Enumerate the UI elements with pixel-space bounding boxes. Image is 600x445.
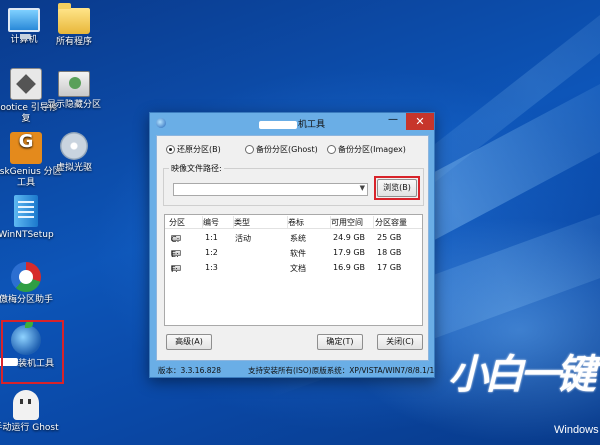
radio-label: 还原分区(B) <box>177 145 221 154</box>
desktop-icon-partition-assistant[interactable]: 傲梅分区助手 <box>0 262 62 306</box>
desktop-icon-label: 傲梅分区助手 <box>0 295 53 305</box>
column-header[interactable]: 编号 <box>203 216 234 228</box>
advanced-button[interactable]: 高级(A) <box>166 334 212 350</box>
desktop-icon-label: 显示隐藏分区 <box>46 100 101 110</box>
dialog-client-area: 还原分区(B) 备份分区(Ghost) 备份分区(Imagex) 映像文件路径:… <box>156 135 429 361</box>
watermark-logo: 小白一键 <box>448 352 596 398</box>
minimize-button[interactable]: — <box>382 113 404 130</box>
type-cell: 活动 <box>235 234 251 243</box>
number-cell: 1:2 <box>205 248 218 257</box>
desktop-icon-winntsetup[interactable]: WinNTSetup <box>0 195 62 241</box>
partition-assistant-icon <box>11 262 41 292</box>
dialog-titlebar[interactable]: 机工具 — ✕ <box>150 113 434 133</box>
partition-letter: E: <box>171 250 179 259</box>
radio-indicator[interactable] <box>166 145 175 154</box>
radio-indicator[interactable] <box>327 145 336 154</box>
highlight-box-installer <box>1 320 64 384</box>
windows-branding: Windows <box>554 424 599 436</box>
column-header[interactable]: 类型 <box>234 216 288 228</box>
desktop-icon-all-programs[interactable]: 所有程序 <box>38 3 110 48</box>
partition-icon <box>58 71 90 97</box>
volume-cell: 系统 <box>290 234 306 243</box>
status-bar: 版本：3.3.16.828 支持安装所有(ISO)原版系统：XP/VISTA/W… <box>150 363 434 377</box>
cdrom-icon <box>60 132 88 160</box>
version-text: 版本：3.3.16.828 <box>158 366 222 375</box>
desktop-icon-label: 所有程序 <box>55 37 92 47</box>
installer-dialog: 机工具 — ✕ 还原分区(B) 备份分区(Ghost) 备份分区(Imagex)… <box>149 112 435 378</box>
capacity-cell: 25 GB <box>377 233 402 242</box>
image-path-label: 映像文件路径: <box>169 163 224 174</box>
volume-cell: 软件 <box>290 249 306 258</box>
desktop-icon-label: WinNTSetup <box>0 230 54 240</box>
ghost-icon <box>13 390 39 420</box>
desktop-icon-virtual-drive[interactable]: 虚拟光驱 <box>38 132 110 174</box>
winntsetup-icon <box>14 195 38 227</box>
capacity-cell: 17 GB <box>377 263 402 272</box>
partition-letter: F: <box>171 265 178 274</box>
desktop-icon-ghost[interactable]: 手动运行 Ghost <box>0 390 62 434</box>
free-space-cell: 16.9 GB <box>333 263 366 272</box>
column-header[interactable]: 分区容量 <box>375 216 424 228</box>
column-header[interactable]: 卷标 <box>288 216 331 228</box>
computer-icon <box>8 8 40 39</box>
number-cell: 1:3 <box>205 263 218 272</box>
number-cell: 1:1 <box>205 233 218 242</box>
desktop-icon-label: 虚拟光驱 <box>55 163 92 173</box>
desktop-icon-label: 手动运行 Ghost <box>0 423 59 433</box>
column-header[interactable]: 分区 <box>169 216 203 228</box>
capacity-cell: 18 GB <box>377 248 402 257</box>
column-header[interactable]: 可用空间 <box>331 216 374 228</box>
table-row[interactable]: F: 1:3 文档 16.9 GB 17 GB <box>165 261 422 275</box>
radio-indicator[interactable] <box>245 145 254 154</box>
dialog-title-text: 机工具 <box>297 120 325 130</box>
partition-letter: C: <box>171 235 180 244</box>
table-header: 分区 编号 类型 卷标 可用空间 分区容量 <box>165 215 422 229</box>
chevron-down-icon[interactable]: ▼ <box>360 184 365 192</box>
redaction <box>258 120 297 129</box>
radio-backup-ghost[interactable]: 备份分区(Ghost) <box>245 144 318 155</box>
image-path-dropdown[interactable]: ▼ <box>173 183 368 196</box>
free-space-cell: 17.9 GB <box>333 248 366 257</box>
table-row[interactable]: C: 1:1 活动 系统 24.9 GB 25 GB <box>165 231 422 245</box>
radio-backup-imagex[interactable]: 备份分区(Imagex) <box>327 144 406 155</box>
ok-button[interactable]: 确定(T) <box>317 334 363 350</box>
close-button[interactable]: 关闭(C) <box>377 334 423 350</box>
radio-label: 备份分区(Ghost) <box>256 145 318 154</box>
volume-cell: 文档 <box>290 264 306 273</box>
radio-restore-partition[interactable]: 还原分区(B) <box>166 144 221 155</box>
free-space-cell: 24.9 GB <box>333 233 366 242</box>
partition-table: 分区 编号 类型 卷标 可用空间 分区容量 C: 1:1 活动 系统 24.9 … <box>164 214 423 326</box>
close-window-button[interactable]: ✕ <box>406 113 434 130</box>
folder-icon <box>58 3 90 34</box>
desktop-icon-show-hidden-partition[interactable]: 显示隐藏分区 <box>38 68 110 111</box>
radio-label: 备份分区(Imagex) <box>338 145 406 154</box>
support-text: 支持安装所有(ISO)原版系统：XP/VISTA/WIN7/8/8.1/10/2… <box>248 366 434 375</box>
image-path-group: 映像文件路径: ▼ 浏览(B) <box>163 163 424 206</box>
table-row[interactable]: E: 1:2 软件 17.9 GB 18 GB <box>165 246 422 260</box>
highlight-box-browse <box>374 176 420 200</box>
